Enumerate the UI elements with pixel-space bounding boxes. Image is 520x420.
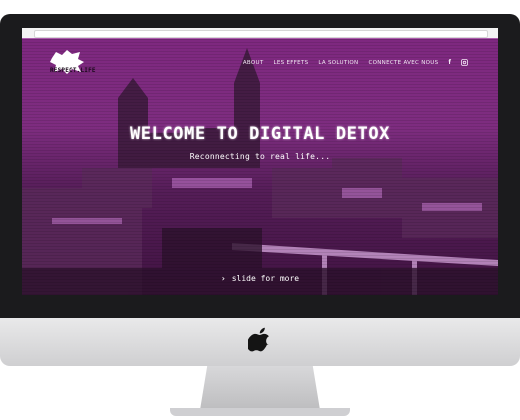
slide-for-more-link[interactable]: › slide for more bbox=[22, 274, 498, 283]
nav-la-solution[interactable]: LA SOLUTION bbox=[318, 60, 358, 66]
screen: RESPECT.LIFE ABOUT LES EFFETS LA SOLUTIO… bbox=[22, 28, 498, 295]
logo-text: RESPECT.LIFE bbox=[50, 67, 96, 74]
nav-about[interactable]: ABOUT bbox=[243, 60, 264, 66]
instagram-icon[interactable] bbox=[461, 59, 468, 66]
nav-les-effets[interactable]: LES EFFETS bbox=[273, 60, 308, 66]
slide-for-more-label: slide for more bbox=[231, 274, 300, 283]
apple-logo-icon bbox=[248, 327, 269, 352]
monitor-stand-base bbox=[170, 408, 350, 416]
facebook-icon[interactable]: f bbox=[448, 59, 451, 66]
scanline-overlay bbox=[22, 38, 498, 295]
chevron-right-icon: › bbox=[220, 274, 226, 283]
hero-subtitle: Reconnecting to real life... bbox=[189, 152, 331, 161]
nav-connecte-avec-nous[interactable]: CONNECTE AVEC NOUS bbox=[368, 60, 438, 66]
hero-title: WELCOME TO DIGITAL DETOX bbox=[129, 124, 391, 144]
main-nav: ABOUT LES EFFETS LA SOLUTION CONNECTE AV… bbox=[243, 59, 468, 66]
address-bar[interactable] bbox=[34, 30, 488, 38]
imac-mockup: RESPECT.LIFE ABOUT LES EFFETS LA SOLUTIO… bbox=[0, 0, 520, 420]
monitor-stand bbox=[200, 366, 320, 410]
